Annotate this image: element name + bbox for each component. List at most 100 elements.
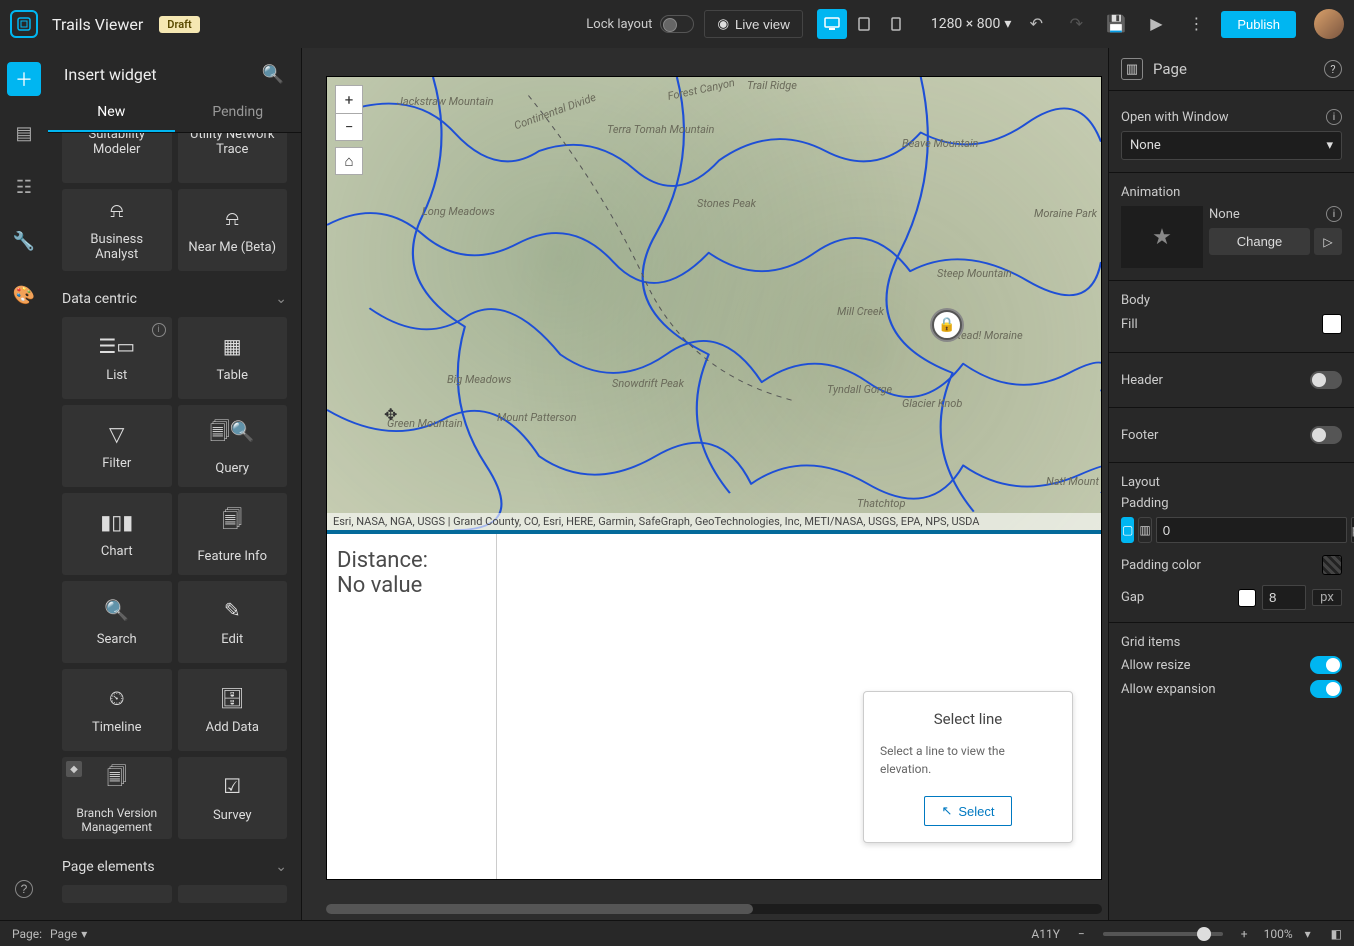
- widget-timeline[interactable]: ⏲ Timeline: [62, 669, 172, 751]
- widget-search[interactable]: 🔍 Search: [62, 581, 172, 663]
- insert-widget-search-button[interactable]: 🔍: [261, 62, 285, 86]
- animation-play-button[interactable]: ▷: [1314, 228, 1342, 255]
- allow-resize-toggle[interactable]: [1310, 656, 1342, 674]
- save-button[interactable]: 💾: [1101, 9, 1131, 39]
- distance-value: No value: [337, 573, 486, 598]
- device-group: [817, 9, 911, 39]
- zoom-minus-button[interactable]: −: [1078, 927, 1085, 941]
- status-page-select[interactable]: Page ▾: [50, 927, 87, 941]
- zoom-out-button[interactable]: −: [335, 113, 363, 141]
- redo-icon: ↷: [1070, 14, 1083, 34]
- footer-toggle[interactable]: [1310, 426, 1342, 444]
- gap-color-swatch[interactable]: [1238, 589, 1256, 607]
- resolution-select[interactable]: 1280 × 800 ▾: [931, 16, 1012, 32]
- distance-text-widget[interactable]: Distance: No value: [327, 534, 497, 879]
- chevron-down-icon[interactable]: ▾: [1305, 927, 1311, 941]
- rail-help-button[interactable]: ?: [7, 872, 41, 906]
- filter-icon: ▽: [109, 422, 124, 446]
- padding-color-swatch[interactable]: [1322, 555, 1342, 575]
- widget-business-analyst[interactable]: ⍾ Business Analyst: [62, 189, 172, 271]
- padding-individual-button[interactable]: ▥: [1138, 517, 1151, 543]
- allow-expansion-label: Allow expansion: [1121, 682, 1216, 697]
- panel-toggle-button[interactable]: ◧: [1331, 927, 1342, 941]
- widget-filter[interactable]: ▽ Filter: [62, 405, 172, 487]
- widget-page-element-a[interactable]: [62, 885, 172, 903]
- status-page-value: Page: [50, 927, 77, 941]
- redo-button[interactable]: ↷: [1061, 9, 1091, 39]
- settings-help-button[interactable]: ?: [1324, 60, 1342, 78]
- canvas-hscrollbar-thumb[interactable]: [326, 904, 753, 914]
- fill-color-swatch[interactable]: [1322, 314, 1342, 334]
- lock-layout-label: Lock layout: [586, 17, 652, 32]
- tab-new[interactable]: New: [48, 94, 175, 132]
- app-logo[interactable]: [10, 10, 38, 38]
- widget-list-scroll[interactable]: Suitability Modeler Utility Network Trac…: [48, 133, 301, 920]
- canvas[interactable]: Jackstraw Mountain Continental Divide Fo…: [302, 48, 1108, 920]
- widget-feature-info[interactable]: 🗐 Feature Info: [178, 493, 288, 575]
- logo-icon: [17, 17, 31, 31]
- undo-button[interactable]: ↶: [1021, 9, 1051, 39]
- elevation-widget-area[interactable]: Select line Select a line to view the el…: [497, 534, 1101, 879]
- device-phone-button[interactable]: [881, 9, 911, 39]
- rail-data-button[interactable]: ☷: [7, 170, 41, 204]
- animation-preview: ★: [1121, 206, 1203, 268]
- tab-pending[interactable]: Pending: [175, 94, 302, 132]
- user-avatar[interactable]: [1314, 9, 1344, 39]
- rail-utilities-button[interactable]: 🔧: [7, 224, 41, 258]
- section-data-centric[interactable]: Data centric ⌄: [62, 277, 287, 317]
- cursor-icon: ↖: [941, 803, 952, 819]
- footer-label: Footer: [1121, 428, 1158, 443]
- widget-chart[interactable]: ▮▯▮ Chart: [62, 493, 172, 575]
- timeline-icon: ⏲: [109, 686, 125, 710]
- zoom-slider[interactable]: [1103, 932, 1223, 936]
- widget-table[interactable]: ▦ Table: [178, 317, 288, 399]
- widget-edit[interactable]: ✎ Edit: [178, 581, 288, 663]
- canvas-hscrollbar[interactable]: [326, 904, 1102, 914]
- section-page-elements[interactable]: Page elements ⌄: [62, 845, 287, 885]
- survey-icon: ☑: [223, 774, 241, 798]
- locked-pin-icon[interactable]: 🔒: [932, 310, 962, 340]
- more-button[interactable]: ⋮: [1181, 9, 1211, 39]
- padding-uniform-button[interactable]: ▢: [1121, 517, 1134, 543]
- widget-branch-version[interactable]: ◆ 🗐 Branch Version Management: [62, 757, 172, 839]
- zoom-plus-button[interactable]: +: [1241, 927, 1248, 941]
- a11y-label[interactable]: A11Y: [1031, 927, 1060, 941]
- chevron-down-icon: ▾: [1004, 16, 1011, 32]
- header-toggle[interactable]: [1310, 371, 1342, 389]
- lock-layout-toggle[interactable]: [660, 15, 694, 33]
- widget-query[interactable]: 🗐🔍 Query: [178, 405, 288, 487]
- rail-pages-button[interactable]: ▤: [7, 116, 41, 150]
- save-icon: 💾: [1106, 14, 1126, 34]
- gap-input[interactable]: [1262, 585, 1306, 610]
- open-with-window-select[interactable]: None ▾: [1121, 131, 1342, 160]
- rail-insert-button[interactable]: ＋: [7, 62, 41, 96]
- gap-unit[interactable]: px: [1312, 589, 1342, 606]
- widget-add-data[interactable]: 🗄 Add Data: [178, 669, 288, 751]
- padding-input[interactable]: [1156, 517, 1347, 543]
- widget-label: Business Analyst: [68, 232, 166, 262]
- widget-utility-network-trace[interactable]: Utility Network Trace: [178, 133, 288, 183]
- allow-expansion-toggle[interactable]: [1310, 680, 1342, 698]
- select-button[interactable]: ↖ Select: [924, 796, 1011, 826]
- device-tablet-button[interactable]: [849, 9, 879, 39]
- widget-survey[interactable]: ☑ Survey: [178, 757, 288, 839]
- home-extent-button[interactable]: ⌂: [335, 147, 363, 175]
- info-icon[interactable]: i: [1326, 206, 1342, 222]
- animation-change-button[interactable]: Change: [1209, 228, 1310, 255]
- settings-panel-title: Page: [1153, 60, 1187, 78]
- widget-label: Filter: [102, 456, 131, 471]
- info-icon[interactable]: i: [1326, 109, 1342, 125]
- live-view-button[interactable]: ◉ Live view: [704, 10, 802, 38]
- widget-suitability-modeler[interactable]: Suitability Modeler: [62, 133, 172, 183]
- zoom-in-button[interactable]: +: [335, 85, 363, 113]
- widget-list[interactable]: i ☰▭ List: [62, 317, 172, 399]
- widget-near-me[interactable]: ⍾ Near Me (Beta): [178, 189, 288, 271]
- rail-theme-button[interactable]: 🎨: [7, 278, 41, 312]
- widget-page-element-b[interactable]: [178, 885, 288, 903]
- widget-label: Add Data: [206, 720, 259, 735]
- preview-button[interactable]: ▶: [1141, 9, 1171, 39]
- map-widget[interactable]: Jackstraw Mountain Continental Divide Fo…: [327, 77, 1101, 534]
- info-icon: i: [152, 323, 166, 337]
- publish-button[interactable]: Publish: [1221, 11, 1296, 38]
- device-desktop-button[interactable]: [817, 9, 847, 39]
